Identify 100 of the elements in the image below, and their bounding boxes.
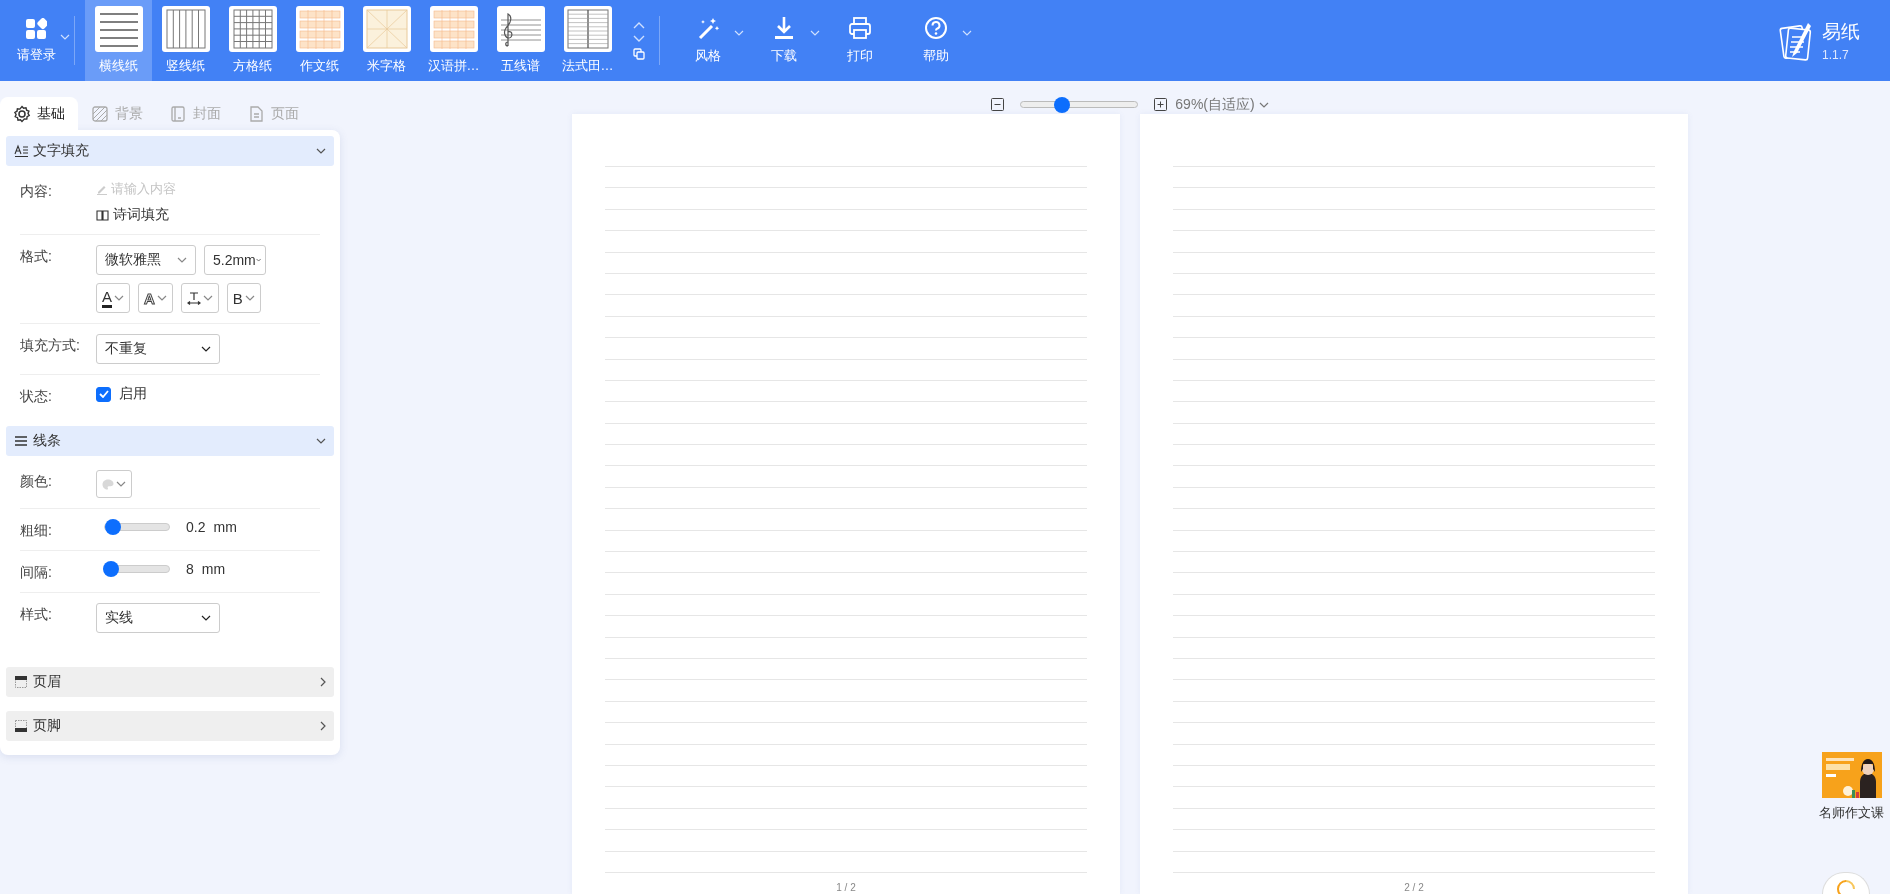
section-header[interactable]: 页脚: [6, 711, 334, 741]
book-cover-icon: [169, 104, 187, 123]
palette-icon: [102, 478, 114, 490]
paper-thumbnail: [429, 6, 478, 52]
checkbox[interactable]: [96, 386, 111, 402]
paper-thumbnail: [94, 6, 143, 52]
menu-lines-icon: [14, 434, 28, 448]
dropdown-select[interactable]: 不重复: [96, 334, 220, 364]
caret-icon: [156, 295, 167, 301]
color-picker-button[interactable]: [96, 470, 132, 498]
font-color-button[interactable]: A: [96, 283, 130, 313]
sidebar-tab[interactable]: 基础: [0, 97, 78, 130]
version-label: 1.1.7: [1822, 48, 1850, 62]
text-align-icon: [14, 144, 28, 158]
zoom-dropdown[interactable]: 69%(自适应): [1175, 95, 1269, 114]
caret-icon: [201, 346, 211, 352]
size-select[interactable]: 5.2mm: [204, 245, 266, 275]
paper-type-button[interactable]: 竖线纸: [152, 0, 219, 81]
paper-type-button[interactable]: 作文纸: [286, 0, 353, 81]
caret-icon: [60, 34, 70, 40]
section-header[interactable]: 文字填充: [6, 136, 334, 166]
sidebar-tab[interactable]: 封面: [156, 97, 234, 130]
download-icon: [772, 16, 796, 40]
sidebar-tab[interactable]: 页面: [234, 97, 312, 130]
paper-thumbnail: [295, 6, 344, 52]
magic-wand-icon: [696, 16, 720, 40]
book-icon: [96, 209, 109, 221]
document-icon: [247, 104, 265, 123]
toolbar-button[interactable]: 打印: [822, 0, 898, 81]
chevron-right-icon: [320, 721, 326, 731]
field-label: 格式:: [20, 247, 53, 266]
caret-icon: [244, 295, 255, 301]
caret-icon: [255, 257, 261, 263]
value-label: 0.2: [186, 519, 206, 535]
pencil-icon: [96, 183, 108, 195]
page-number: 1 / 2: [836, 882, 856, 893]
notepad-pen-icon: [1778, 20, 1814, 61]
toolbar-button[interactable]: 风格: [670, 0, 746, 81]
dropdown-select[interactable]: 实线: [96, 603, 220, 633]
zoom-out-icon[interactable]: [991, 98, 1005, 111]
poem-fill-link[interactable]: 诗词填充: [96, 206, 176, 224]
paper-thumbnail: [228, 6, 277, 52]
toolbar-button[interactable]: 下载: [746, 0, 822, 81]
caret-icon: [116, 481, 126, 487]
caret-icon: [1258, 101, 1269, 108]
toolbar-button[interactable]: 帮助: [898, 0, 974, 81]
chevron-down-icon: [316, 438, 326, 444]
promo-button[interactable]: 名师作文课: [1819, 752, 1884, 822]
field-label: 内容:: [20, 182, 53, 201]
chevron-down-icon: [316, 148, 326, 154]
field-label: 状态:: [20, 387, 53, 406]
font-select[interactable]: 微软雅黑: [96, 245, 196, 275]
page-header-icon: [14, 675, 28, 689]
printer-icon: [848, 16, 872, 40]
paper-thumbnail: [161, 6, 210, 52]
section-header[interactable]: 页眉: [6, 667, 334, 697]
promo-label: 名师作文课: [1819, 804, 1884, 822]
field-label: 间隔:: [20, 563, 53, 582]
login-button[interactable]: 请登录: [0, 0, 72, 81]
sidebar-tab[interactable]: 背景: [78, 97, 156, 130]
slider-thumb[interactable]: [103, 561, 120, 577]
field-label: 样式:: [20, 605, 53, 624]
chevron-up-icon[interactable]: [633, 21, 645, 29]
gear-icon: [13, 104, 31, 123]
section-header[interactable]: 线条: [6, 426, 334, 456]
app-name: 易纸: [1822, 20, 1860, 44]
paper-type-button[interactable]: 方格纸: [219, 0, 286, 81]
bold-button[interactable]: B: [226, 283, 261, 313]
slider-thumb[interactable]: [104, 519, 121, 535]
checkbox-label: 启用: [119, 385, 147, 403]
shapes-icon: [25, 17, 47, 40]
zoom-in-icon[interactable]: [1154, 98, 1168, 111]
caret-icon: [114, 295, 124, 301]
field-label: 填充方式:: [20, 336, 81, 355]
field-label: 颜色:: [20, 472, 53, 491]
paper-type-button[interactable]: 汉语拼…: [420, 0, 487, 81]
spacing-button[interactable]: [180, 283, 219, 313]
paper-type-button[interactable]: 横线纸: [85, 0, 152, 81]
paper-type-button[interactable]: 五线谱: [487, 0, 554, 81]
outline-button[interactable]: A: [138, 283, 173, 313]
zoom-thumb[interactable]: [1053, 97, 1070, 113]
caret-icon: [201, 615, 211, 621]
chevron-down-icon[interactable]: [633, 34, 645, 42]
page-number: 2 / 2: [1404, 882, 1424, 893]
field-label: 粗细:: [20, 521, 53, 540]
paper-type-button[interactable]: 法式田…: [554, 0, 621, 81]
caret-icon: [177, 257, 187, 263]
paper-thumbnail: [496, 6, 545, 52]
help-icon: [924, 16, 948, 40]
hatched-square-icon: [91, 104, 109, 123]
copy-icon[interactable]: [633, 47, 645, 60]
caret-icon: [202, 295, 213, 301]
unit-label: mm: [201, 561, 226, 577]
page-footer-icon: [14, 719, 28, 733]
paper-thumbnail: [563, 6, 612, 52]
unit-label: mm: [213, 519, 237, 535]
spacing-icon: [186, 291, 201, 305]
paper-type-button[interactable]: 米字格: [353, 0, 420, 81]
paper-thumbnail: [362, 6, 411, 52]
chevron-right-icon: [320, 677, 326, 687]
